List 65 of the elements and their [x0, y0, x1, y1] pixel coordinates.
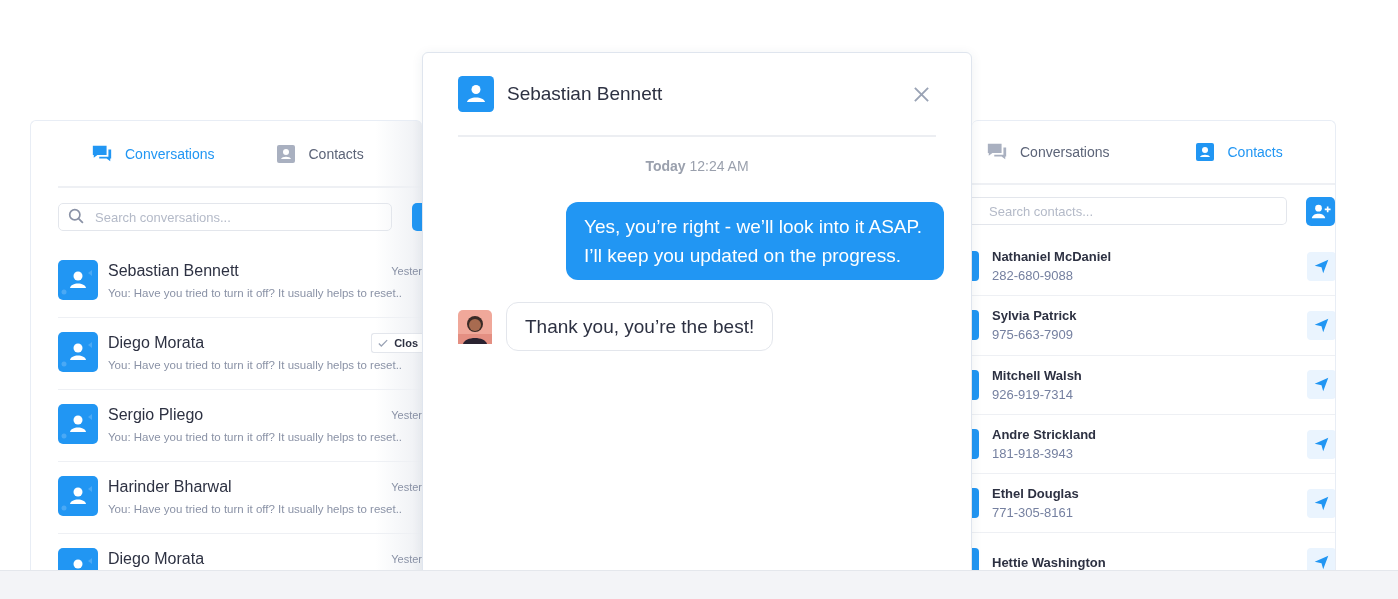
avatar-icon — [972, 547, 979, 570]
contact-name: Sebastian Bennett — [108, 262, 239, 280]
avatar-icon — [972, 429, 979, 460]
message-preview: You: Have you tried to turn it off? It usually helps to reset.. — [108, 431, 404, 443]
contact-name: Sergio Pliego — [108, 406, 204, 424]
contact-card-icon — [1193, 141, 1216, 163]
add-person-icon — [1310, 202, 1331, 220]
phone-number: 771-305-8161 — [992, 505, 1074, 521]
send-icon — [1313, 257, 1330, 275]
phone-number: 282-680-9088 — [992, 268, 1074, 284]
contact-name: Andre Strickland — [992, 427, 1098, 443]
message-preview: You: Have you tried to turn it off? It usually helps to reset.. — [108, 503, 404, 515]
tab[interactable]: Conversations — [986, 141, 1110, 163]
send-button[interactable] — [1307, 429, 1335, 459]
check-icon — [378, 338, 389, 348]
avatar-icon — [458, 76, 494, 112]
tab[interactable]: Contacts — [1193, 141, 1283, 163]
closed-button[interactable]: Clos — [371, 333, 422, 353]
send-button[interactable] — [1307, 251, 1335, 281]
send-icon — [1313, 494, 1330, 512]
send-icon — [1313, 316, 1330, 334]
contact-name: Sylvia Patrick — [992, 308, 1078, 324]
avatar-icon — [58, 332, 98, 372]
phone-number: 975-663-7909 — [992, 327, 1074, 343]
tab[interactable]: Contacts — [274, 142, 364, 165]
timestamp: Yester — [391, 265, 422, 277]
avatar-icon — [972, 488, 979, 519]
avatar-icon — [58, 404, 98, 444]
contact-name: Harinder Bharwal — [108, 478, 232, 496]
avatar-icon — [58, 260, 98, 300]
avatar-icon — [972, 310, 979, 341]
avatar-icon — [58, 476, 98, 516]
send-icon — [1313, 435, 1330, 453]
tab[interactable]: Conversations — [91, 142, 215, 165]
timestamp: Yester — [391, 553, 422, 565]
send-button[interactable] — [1307, 370, 1335, 400]
contact-name: Nathaniel McDaniel — [992, 249, 1113, 265]
message-bubble: Yes, you’re right - we’ll look into it ASAP. I’ll keep you updated on the progress. — [566, 202, 944, 280]
close-icon — [913, 85, 930, 103]
message-preview: You: Have you tried to turn it off? It usually helps to reset.. — [108, 359, 404, 371]
message-preview: You: Have you tried to turn it off? It usually helps to reset.. — [108, 287, 404, 299]
message-bubble: Thank you, you’re the best! — [506, 302, 774, 351]
chat-title: Sebastian Bennett — [507, 83, 664, 105]
contact-name: Hettie Washington — [992, 555, 1107, 570]
new-conversation-button[interactable] — [412, 203, 422, 231]
timestamp: Yester — [391, 409, 422, 421]
avatar-icon — [972, 251, 979, 282]
search-icon — [68, 208, 85, 225]
send-button[interactable] — [1307, 548, 1335, 570]
contact-card-icon — [274, 142, 297, 165]
contact-name: Diego Morata — [108, 550, 205, 568]
phone-number: 926-919-7314 — [992, 386, 1074, 402]
search-field[interactable]: Search contacts... — [972, 197, 1287, 225]
message-date: Today 12:24 AM — [645, 158, 749, 174]
timestamp: Yester — [391, 481, 422, 493]
search-field[interactable]: Search conversations... — [58, 203, 392, 231]
contact-name: Diego Morata — [108, 334, 205, 352]
close-button[interactable] — [913, 85, 930, 103]
add-contact-button[interactable] — [1306, 196, 1335, 226]
send-button[interactable] — [1307, 310, 1335, 340]
contact-name: Ethel Douglas — [992, 486, 1080, 502]
avatar-icon — [972, 369, 979, 400]
contact-name: Mitchell Walsh — [992, 367, 1083, 383]
send-button[interactable] — [1307, 488, 1335, 518]
phone-number: 181-918-3943 — [992, 446, 1074, 462]
